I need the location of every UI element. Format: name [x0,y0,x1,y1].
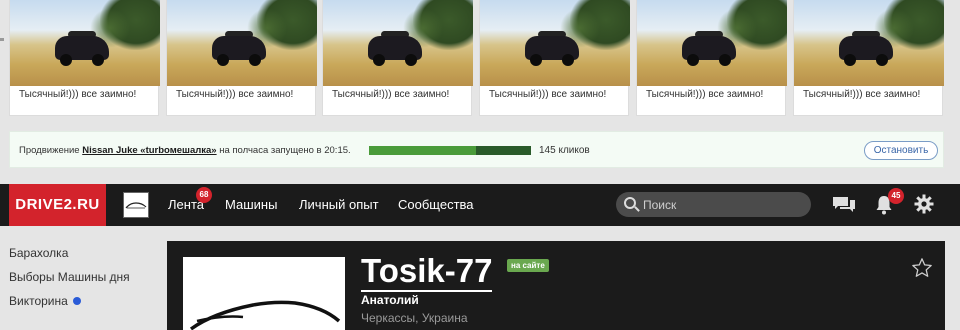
stop-promotion-button[interactable]: Остановить [864,141,938,160]
ad-caption[interactable]: Тысячный!))) все заимно! [794,86,942,100]
sidebar-item-car-of-the-day[interactable]: Выборы Машины дня [9,270,130,284]
ad-card[interactable]: Тысячный!))) все заимно! [9,0,160,116]
sidebar-item-marketplace[interactable]: Барахолка [9,246,68,260]
ad-photo[interactable] [323,0,473,86]
search-icon[interactable] [624,197,636,209]
ad-photo[interactable] [794,0,944,86]
site-logo[interactable]: DRIVE2.RU [9,184,106,226]
ad-caption[interactable]: Тысячный!))) все заимно! [323,86,471,100]
feed-count-badge: 68 [196,187,212,203]
ad-photo[interactable] [167,0,317,86]
nav-communities[interactable]: Сообщества [398,184,474,226]
profile-location: Черкассы, Украина [361,311,468,325]
ad-strip: Тысячный!))) все заимно! Тысячный!))) вс… [0,0,960,118]
ad-caption[interactable]: Тысячный!))) все заимно! [10,86,158,100]
star-icon[interactable] [911,257,933,279]
promotion-clicks: 145 кликов [539,145,590,156]
top-navbar: DRIVE2.RU Лента 68 Машины Личный опыт Со… [0,184,960,226]
profile-avatar[interactable] [183,257,345,330]
ad-card[interactable]: Тысячный!))) все заимно! [322,0,473,116]
notifications-badge: 45 [888,188,904,204]
ad-card[interactable]: Тысячный!))) все заимно! [479,0,630,116]
online-status-badge: на сайте [507,259,549,272]
promotion-progress-bar [369,146,531,155]
ad-card[interactable]: Тысячный!))) все заимно! [166,0,317,116]
profile-username[interactable]: Tosik-77 [361,253,493,292]
sidebar-item-quiz-label[interactable]: Викторина [9,294,68,308]
promotion-progress-fill [369,146,476,155]
search-input[interactable] [643,192,803,217]
ad-strip-marker [0,38,4,41]
promotion-banner: Продвижение Nissan Juke «turbомешалка» н… [9,131,944,168]
nav-personal-experience[interactable]: Личный опыт [299,184,379,226]
ad-caption[interactable]: Тысячный!))) все заимно! [167,86,315,100]
user-car-thumbnail[interactable] [123,192,149,218]
profile-card: Tosik-77 на сайте Анатолий Черкассы, Укр… [167,241,945,330]
search-box[interactable] [616,192,811,217]
sidebar-item-quiz[interactable]: Викторина [9,294,81,308]
gear-icon[interactable] [914,194,934,214]
ad-card[interactable]: Тысячный!))) все заимно! [636,0,787,116]
ad-photo[interactable] [480,0,630,86]
messages-icon[interactable] [832,195,856,215]
profile-real-name: Анатолий [361,293,419,307]
promotion-prefix: Продвижение [19,145,83,156]
ad-card[interactable]: Тысячный!))) все заимно! [793,0,944,116]
new-indicator-dot [72,297,81,305]
promotion-text: Продвижение Nissan Juke «turbомешалка» н… [19,145,351,156]
promotion-suffix: на полчаса запущено в 20:15. [216,145,351,156]
nav-cars[interactable]: Машины [225,184,277,226]
ad-caption[interactable]: Тысячный!))) все заимно! [637,86,785,100]
ad-photo[interactable] [637,0,787,86]
promoted-car-link[interactable]: Nissan Juke «turbомешалка» [82,145,216,156]
ad-photo[interactable] [10,0,160,86]
ad-caption[interactable]: Тысячный!))) все заимно! [480,86,628,100]
